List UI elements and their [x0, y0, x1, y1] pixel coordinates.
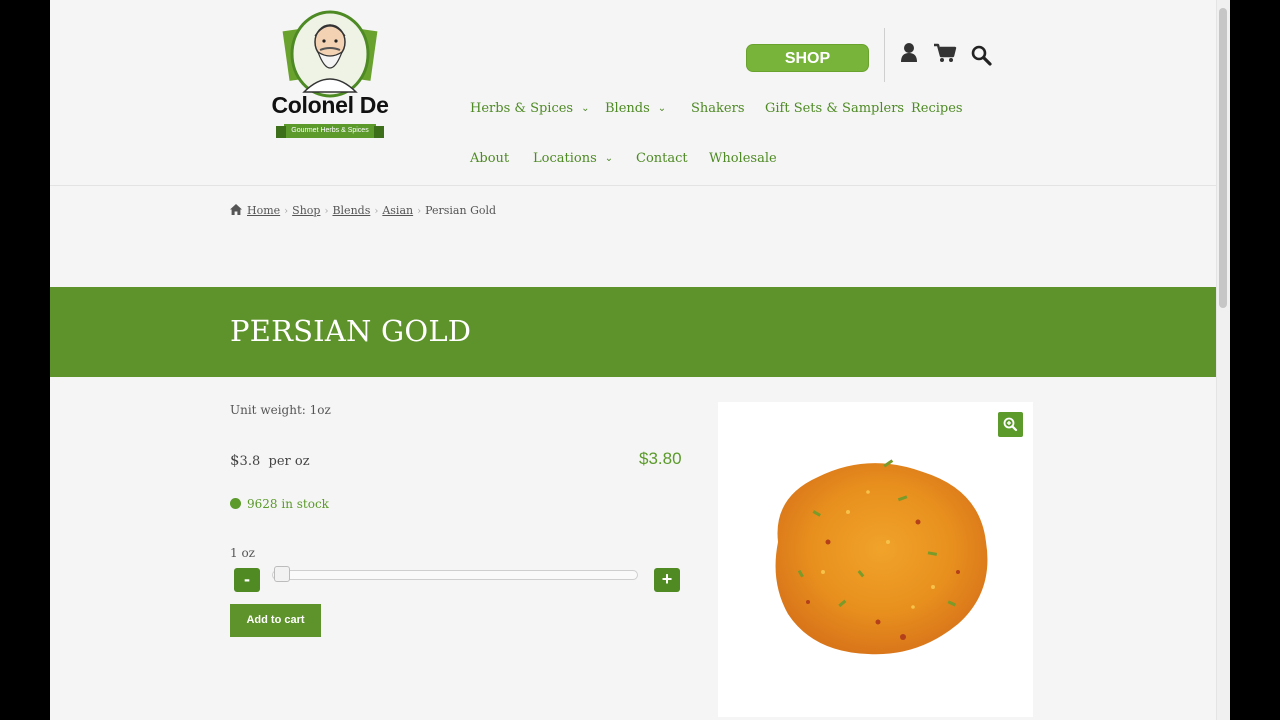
unit-weight: Unit weight: 1oz	[230, 403, 331, 417]
scrollbar-thumb[interactable]	[1219, 8, 1227, 308]
add-to-cart-button[interactable]: Add to cart	[230, 604, 321, 637]
breadcrumb-current: Persian Gold	[425, 204, 497, 217]
breadcrumb-separator: ›	[374, 206, 379, 217]
nav-recipes[interactable]: Recipes	[911, 101, 963, 116]
nav-contact[interactable]: Contact	[636, 151, 688, 166]
stock-text: 9628 in stock	[247, 497, 329, 511]
quantity-slider-handle[interactable]	[274, 566, 290, 582]
breadcrumb-separator: ›	[417, 206, 422, 217]
unit-price-suffix: per oz	[268, 454, 310, 469]
quantity-label: 1 oz	[230, 546, 255, 560]
in-stock-icon	[230, 498, 241, 509]
breadcrumb-home[interactable]: Home	[247, 204, 280, 217]
page-scrollbar[interactable]	[1216, 0, 1230, 720]
colonel-mascot-icon	[282, 10, 378, 98]
product-title: PERSIAN GOLD	[230, 314, 472, 348]
chevron-down-icon: ⌄	[657, 103, 667, 114]
brand-tagline: Gourmet Herbs & Spices	[276, 124, 384, 138]
total-price: $3.80	[639, 449, 682, 468]
breadcrumb: Home › Shop › Blends › Asian › Persian Gold	[230, 204, 496, 218]
zoom-in-icon	[1003, 417, 1018, 432]
quantity-slider-track[interactable]	[272, 570, 638, 580]
nav-wholesale[interactable]: Wholesale	[709, 151, 777, 166]
unit-price-value: 3.8	[239, 454, 261, 469]
nav-locations[interactable]: Locations ⌄	[533, 151, 613, 166]
product-title-band: PERSIAN GOLD	[50, 287, 1216, 377]
product-image[interactable]	[718, 402, 1033, 717]
nav-about[interactable]: About	[470, 151, 509, 166]
breadcrumb-separator: ›	[284, 206, 289, 217]
shop-button[interactable]: SHOP	[746, 44, 869, 72]
search-icon[interactable]	[970, 44, 996, 70]
unit-price: $3.8 per oz	[230, 451, 310, 469]
unit-price-currency: $	[230, 451, 240, 469]
nav-shakers[interactable]: Shakers	[691, 101, 745, 116]
spice-pile-image	[775, 459, 988, 655]
chevron-down-icon: ⌄	[581, 103, 590, 114]
breadcrumb-asian[interactable]: Asian	[382, 204, 413, 217]
brand-name: Colonel De	[271, 92, 389, 118]
header-separator	[50, 185, 1216, 186]
cart-icon[interactable]	[932, 40, 958, 66]
site-logo[interactable]: Colonel De Gourmet Herbs & Spices	[258, 8, 402, 144]
nav-herbs-spices[interactable]: Herbs & Spices ⌄	[470, 101, 590, 116]
decrease-quantity-button[interactable]: -	[234, 568, 260, 592]
stock-status: 9628 in stock	[230, 497, 329, 511]
chevron-down-icon: ⌄	[604, 153, 614, 164]
breadcrumb-separator: ›	[324, 206, 329, 217]
home-icon[interactable]	[230, 204, 242, 218]
user-icon[interactable]	[896, 40, 922, 66]
zoom-button[interactable]	[998, 412, 1023, 437]
increase-quantity-button[interactable]: +	[654, 568, 680, 592]
header-divider	[884, 28, 885, 82]
nav-gift-sets[interactable]: Gift Sets & Samplers	[765, 101, 904, 116]
breadcrumb-shop[interactable]: Shop	[292, 204, 320, 217]
nav-blends[interactable]: Blends ⌄	[605, 101, 666, 116]
breadcrumb-blends[interactable]: Blends	[332, 204, 370, 217]
page-viewport: Colonel De Gourmet Herbs & Spices SHOP H…	[50, 0, 1230, 720]
